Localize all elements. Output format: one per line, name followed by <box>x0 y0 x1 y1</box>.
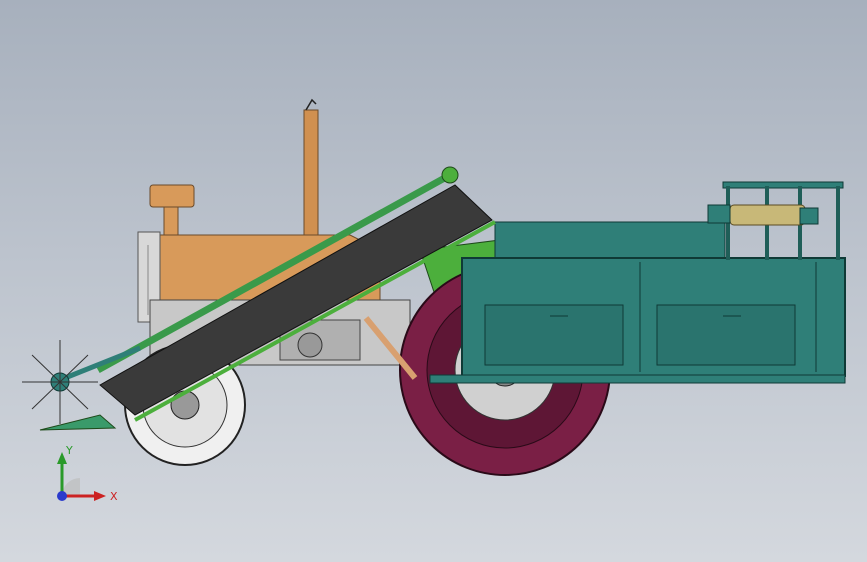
exhaust-pipe <box>303 98 319 236</box>
hydraulic-cylinder <box>707 204 819 226</box>
harvester-model[interactable] <box>0 0 867 562</box>
x-axis-label: X <box>110 490 118 503</box>
rotary-reel <box>22 340 98 424</box>
z-axis-dot <box>57 491 67 501</box>
air-filter <box>149 184 195 236</box>
coordinate-triad: Y X <box>57 444 118 503</box>
y-axis-label: Y <box>65 444 73 457</box>
cad-viewport[interactable]: Y X <box>0 0 867 562</box>
x-axis-arrowhead <box>94 491 106 501</box>
